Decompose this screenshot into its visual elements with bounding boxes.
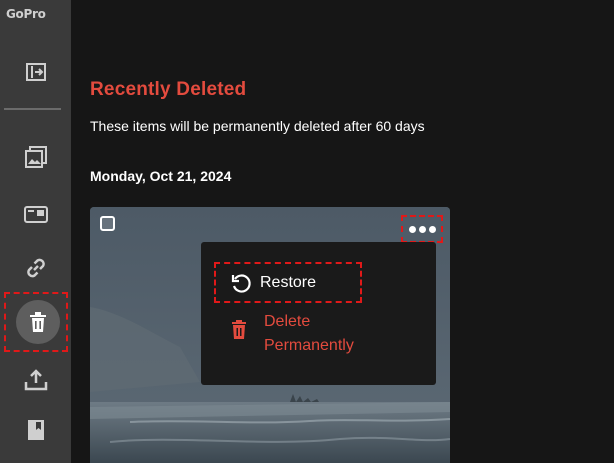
sidebar-item-cameras[interactable] (0, 194, 71, 234)
restore-menu-item[interactable]: Restore (214, 262, 362, 303)
sidebar-item-media[interactable] (0, 137, 71, 177)
sidebar: GoPro (0, 0, 71, 463)
trash-button-bg (16, 300, 60, 344)
sidebar-divider (4, 108, 61, 110)
more-dot-icon (408, 225, 416, 233)
upload-icon (24, 369, 47, 391)
media-library-icon (24, 146, 47, 168)
more-dot-icon (418, 225, 426, 233)
delete-permanently-menu-item[interactable]: Delete Permanently (231, 310, 411, 358)
delete-permanently-label: Delete Permanently (264, 313, 354, 354)
delete-trash-icon (232, 320, 246, 339)
context-menu: Restore Delete Permanently (201, 242, 436, 385)
date-heading: Monday, Oct 21, 2024 (90, 168, 232, 184)
page-subtitle: These items will be permanently deleted … (90, 118, 425, 134)
collapse-sidebar-button[interactable] (0, 52, 71, 92)
bookmark-book-icon (27, 420, 44, 440)
select-checkbox[interactable] (100, 216, 115, 231)
sidebar-item-upload[interactable] (0, 360, 71, 400)
collapse-sidebar-icon (25, 63, 46, 81)
link-icon (26, 258, 45, 278)
restore-label: Restore (260, 273, 317, 291)
sidebar-item-guides[interactable] (0, 410, 71, 450)
sidebar-item-links[interactable] (0, 248, 71, 288)
sidebar-item-trash[interactable] (4, 292, 68, 352)
gopro-logo: GoPro (6, 7, 46, 21)
camera-icon (23, 206, 48, 223)
page-title: Recently Deleted (90, 79, 247, 100)
restore-icon (231, 273, 251, 293)
more-dot-icon (428, 225, 436, 233)
more-options-button[interactable] (401, 215, 443, 243)
trash-icon (30, 312, 46, 332)
